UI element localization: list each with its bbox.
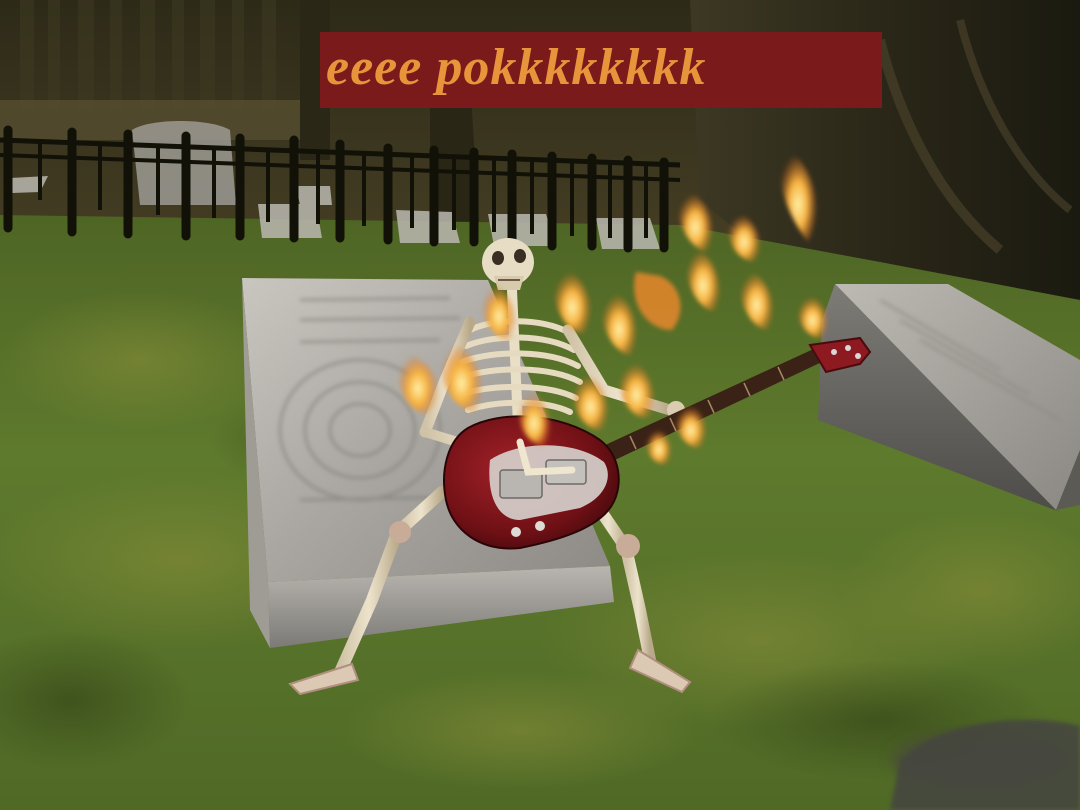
caption-text: eeee pokkkkkkkk bbox=[326, 39, 707, 96]
game-scene: eeee pokkkkkkkk bbox=[0, 0, 1080, 810]
graveyard-scene-render bbox=[0, 0, 1080, 810]
caption-banner: eeee pokkkkkkkk bbox=[320, 32, 882, 108]
